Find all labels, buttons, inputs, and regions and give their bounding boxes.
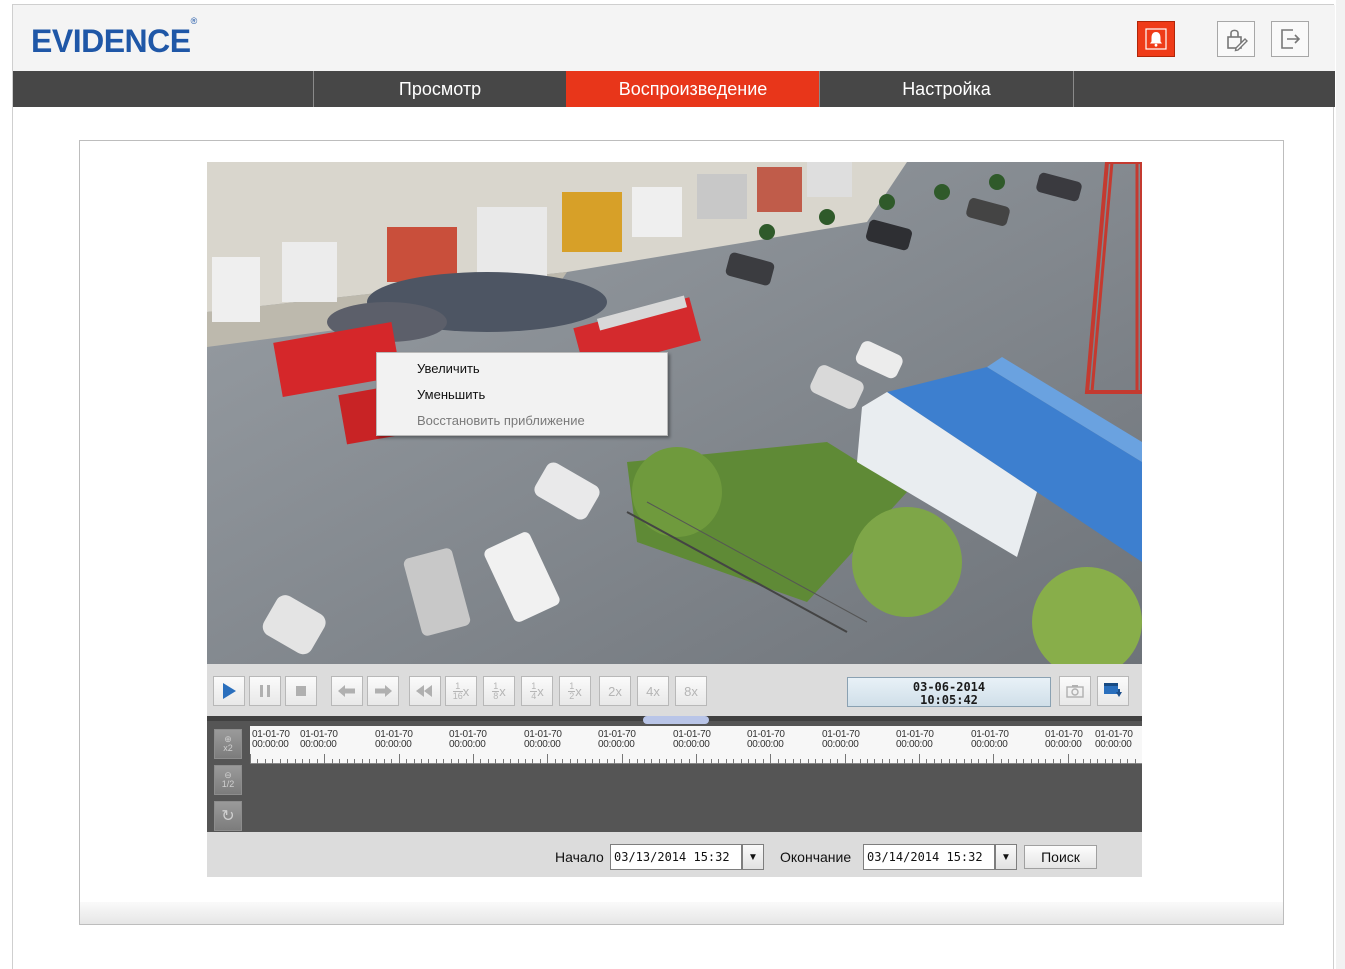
app-window: EVIDENCE® Просмотр Воспроизведение Настр… [12, 4, 1335, 969]
speed-fraction: 18 [492, 680, 500, 701]
menu-item-zoom-in[interactable]: Увеличить [417, 361, 480, 376]
logout-icon [1281, 29, 1301, 49]
chevron-down-icon: ▼ [1001, 851, 1011, 863]
alarm-bell-icon [1145, 28, 1167, 50]
timeline-label: 01-01-70 00:00:00 [896, 729, 934, 750]
logout-button[interactable] [1271, 21, 1309, 57]
timeline-label: 01-01-70 00:00:00 [1045, 729, 1083, 750]
download-icon [1104, 683, 1122, 697]
header: EVIDENCE® [13, 5, 1335, 71]
timeline-label: 01-01-70 00:00:00 [822, 729, 860, 750]
step-forward-icon [375, 685, 392, 697]
search-bar: Начало 03/13/2014 15:32 ▼ Окончание 03/1… [207, 832, 1142, 877]
step-back-icon [338, 685, 355, 697]
play-icon [223, 683, 236, 699]
timeline-label: 01-01-70 00:00:00 [673, 729, 711, 750]
speed-1-4-button[interactable]: 14x [521, 676, 553, 706]
timeline-zoom-in-button[interactable]: ⊕ x2 [214, 729, 242, 759]
pause-icon [260, 685, 270, 697]
timeline-label: 01-01-70 00:00:00 [524, 729, 562, 750]
speed-8x-button[interactable]: 8x [675, 676, 707, 706]
step-forward-button[interactable] [367, 676, 399, 706]
start-datetime-field[interactable]: 03/13/2014 15:32 [610, 844, 742, 870]
alarm-button[interactable] [1137, 21, 1175, 57]
timeline-reset-button[interactable]: ↻ [214, 801, 242, 831]
timeline-label: 01-01-70 00:00:00 [598, 729, 636, 750]
nav-divider [1073, 71, 1074, 107]
tab-playback[interactable]: Воспроизведение [566, 71, 819, 107]
lock-edit-icon [1227, 29, 1248, 52]
timeline-label: 01-01-70 00:00:00 [300, 729, 338, 750]
rewind-button[interactable] [409, 676, 441, 706]
page-scrollbar[interactable] [1336, 0, 1345, 969]
speed-1-2-button[interactable]: 12x [559, 676, 591, 706]
tab-view[interactable]: Просмотр [313, 71, 566, 107]
brand-logo: EVIDENCE® [31, 16, 197, 59]
speed-fraction: 14 [530, 680, 538, 701]
menu-item-reset-zoom: Восстановить приближение [417, 413, 585, 428]
menu-item-zoom-out[interactable]: Уменьшить [417, 387, 485, 402]
current-datetime-display: 03-06-2014 10:05:42 [847, 677, 1051, 707]
stop-icon [296, 686, 306, 696]
current-time: 10:05:42 [920, 693, 978, 707]
speed-fraction: 12 [568, 680, 576, 701]
timeline-label: 01-01-70 00:00:00 [449, 729, 487, 750]
speed-fraction: 1 16 [452, 680, 463, 701]
context-menu: Увеличить Уменьшить Восстановить приближ… [376, 352, 668, 436]
main-nav: Просмотр Воспроизведение Настройка [13, 71, 1335, 107]
panel-footer [80, 902, 1283, 924]
end-label: Окончание [780, 849, 852, 865]
video-frame[interactable] [207, 162, 1142, 664]
end-datetime-field[interactable]: 03/14/2014 15:32 [863, 844, 995, 870]
timeline-ticks [250, 754, 1142, 764]
start-label: Начало [555, 849, 604, 865]
speed-2x-button[interactable]: 2x [599, 676, 631, 706]
speed-1-16-button[interactable]: 1 16 x [445, 676, 477, 706]
timeline-zoom-out-button[interactable]: ⊖ 1/2 [214, 765, 242, 795]
timeline-ruler[interactable]: 01-01-70 00:00:00 01-01-70 00:00:00 01-01-… [250, 726, 1142, 764]
download-button[interactable] [1097, 676, 1129, 706]
step-back-button[interactable] [331, 676, 363, 706]
timeline[interactable]: ⊕ x2 ⊖ 1/2 ↻ 01-01-70 00:00:00 01-01-70 00:0… [207, 716, 1142, 837]
play-button[interactable] [213, 676, 245, 706]
timeline-label: 01-01-70 00:00:00 [1095, 729, 1133, 750]
stop-button[interactable] [285, 676, 317, 706]
tab-settings[interactable]: Настройка [819, 71, 1073, 107]
rewind-icon [416, 685, 432, 697]
camera-snapshot-icon [1066, 685, 1084, 698]
timeline-label: 01-01-70 00:00:00 [747, 729, 785, 750]
pause-button[interactable] [249, 676, 281, 706]
timeline-label: 01-01-70 00:00:00 [375, 729, 413, 750]
end-datetime-dropdown[interactable]: ▼ [995, 844, 1017, 870]
search-button[interactable]: Поиск [1024, 845, 1097, 869]
timeline-scroll-handle[interactable] [643, 716, 709, 724]
camera-scene-image [207, 162, 1142, 664]
speed-4x-button[interactable]: 4x [637, 676, 669, 706]
change-password-button[interactable] [1217, 21, 1255, 57]
timeline-label: 01-01-70 00:00:00 [971, 729, 1009, 750]
timeline-label: 01-01-70 00:00:00 [252, 729, 290, 750]
snapshot-button[interactable] [1059, 676, 1091, 706]
refresh-icon: ↻ [221, 807, 235, 825]
chevron-down-icon: ▼ [748, 851, 758, 863]
start-datetime-dropdown[interactable]: ▼ [742, 844, 764, 870]
playback-controls: 1 16 x 18x 14x 12x 2x 4x 8x 03-06-2014 10:… [207, 664, 1142, 716]
speed-1-8-button[interactable]: 18x [483, 676, 515, 706]
